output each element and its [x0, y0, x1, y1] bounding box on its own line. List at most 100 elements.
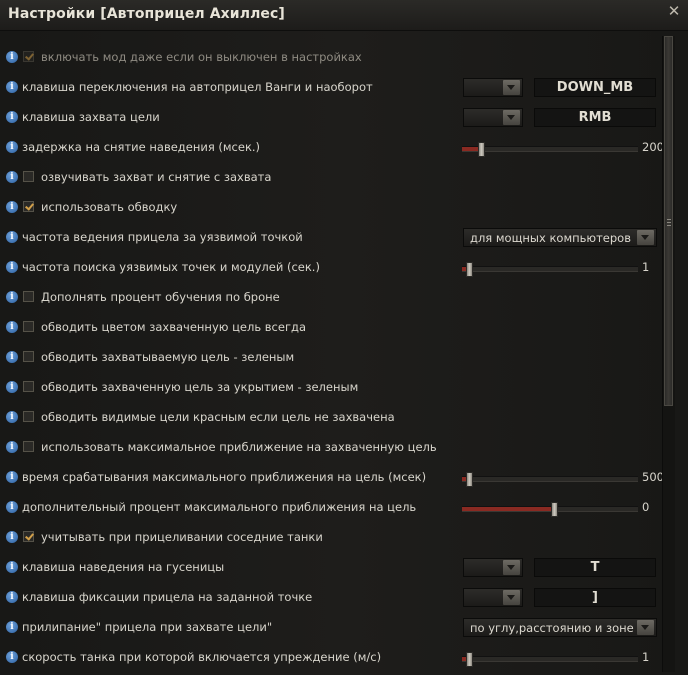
slider-value: 1 [642, 650, 650, 664]
setting-row: i Дополнять процент обучения по броне [0, 283, 660, 313]
checkbox[interactable] [23, 201, 34, 212]
info-icon[interactable]: i [6, 201, 18, 213]
setting-row: i обводить захватываемую цель - зеленым [0, 343, 660, 373]
slider-fill [462, 507, 554, 511]
info-icon[interactable]: i [6, 531, 18, 543]
setting-row: i частота ведения прицела за уязвимой то… [0, 223, 660, 253]
setting-row: i задержка на снятие наведения (мсек.) 2… [0, 133, 664, 163]
setting-label: время срабатывания максимального приближ… [22, 470, 427, 484]
key-modifier-dropdown[interactable] [463, 108, 523, 127]
title-bar: Настройки [Автоприцел Ахиллес] ✕ [0, 0, 688, 31]
key-modifier-dropdown[interactable] [463, 558, 523, 577]
chevron-down-icon[interactable] [503, 590, 520, 605]
slider[interactable] [462, 142, 638, 157]
setting-label: учитывать при прицеливании соседние танк… [41, 530, 323, 544]
checkbox[interactable] [23, 381, 34, 392]
setting-label: использовать максимальное приближение на… [41, 440, 437, 454]
info-icon[interactable]: i [6, 561, 18, 573]
setting-label: скорость танка при которой включается уп… [22, 650, 382, 664]
key-binding-field[interactable]: ] [534, 588, 656, 607]
setting-label: обводить цветом захваченную цель всегда [41, 320, 306, 334]
key-modifier-dropdown[interactable] [463, 588, 523, 607]
info-icon[interactable]: i [6, 351, 18, 363]
setting-label: прилипание" прицела при захвате цели" [22, 620, 273, 634]
chevron-down-icon[interactable] [503, 80, 520, 95]
setting-label: обводить захваченную цель за укрытием - … [41, 380, 359, 394]
checkbox[interactable] [23, 411, 34, 422]
setting-label: частота ведения прицела за уязвимой точк… [22, 230, 303, 244]
slider-thumb[interactable] [466, 472, 473, 487]
window-title: Настройки [Автоприцел Ахиллес] [8, 6, 285, 22]
setting-label: клавиша наведения на гусеницы [22, 560, 225, 574]
frequency-select[interactable]: для мощных компьютеров [463, 228, 657, 247]
scrollbar[interactable] [662, 36, 675, 672]
info-icon[interactable]: i [6, 591, 18, 603]
checkbox[interactable] [23, 291, 34, 302]
setting-label: обводить захватываемую цель - зеленым [41, 350, 295, 364]
slider-thumb[interactable] [466, 652, 473, 667]
info-icon[interactable]: i [6, 441, 18, 453]
chevron-down-icon[interactable] [637, 230, 654, 245]
setting-row: i учитывать при прицеливании соседние та… [0, 523, 660, 553]
key-modifier-dropdown[interactable] [463, 78, 523, 97]
slider-value: 200 [642, 140, 664, 154]
checkbox[interactable] [23, 531, 34, 542]
checkbox[interactable] [23, 441, 34, 452]
info-icon[interactable]: i [6, 51, 18, 63]
setting-label: клавиша фиксации прицела на заданной точ… [22, 590, 313, 604]
setting-label: дополнительный процент максимального при… [22, 500, 417, 514]
select-value: для мощных компьютеров [470, 231, 631, 245]
setting-row: i время срабатывания максимального прибл… [0, 463, 664, 493]
slider[interactable] [462, 472, 638, 487]
slider-thumb[interactable] [478, 142, 485, 157]
setting-label: клавиша переключения на автоприцел Ванги… [22, 80, 373, 94]
checkbox-enable-mod[interactable] [23, 51, 34, 62]
chevron-down-icon[interactable] [503, 110, 520, 125]
slider-value: 0 [642, 500, 650, 514]
setting-row: i прилипание" прицела при захвате цели" … [0, 613, 660, 643]
chevron-down-icon[interactable] [637, 620, 654, 635]
info-icon[interactable]: i [6, 291, 18, 303]
key-binding-field[interactable]: DOWN_MB [534, 78, 656, 97]
setting-row: i клавиша захвата цели RMB [0, 103, 660, 133]
setting-row: i дополнительный процент максимального п… [0, 493, 660, 523]
slider-thumb[interactable] [466, 262, 473, 277]
setting-label: задержка на снятие наведения (мсек.) [22, 140, 261, 154]
info-icon[interactable]: i [6, 471, 18, 483]
info-icon[interactable]: i [6, 171, 18, 183]
info-icon[interactable]: i [6, 261, 18, 273]
info-icon[interactable]: i [6, 141, 18, 153]
info-icon[interactable]: i [6, 651, 18, 663]
info-icon[interactable]: i [6, 81, 18, 93]
close-icon[interactable]: ✕ [666, 3, 682, 19]
info-icon[interactable]: i [6, 501, 18, 513]
slider-thumb[interactable] [551, 502, 558, 517]
setting-row: i обводить захваченную цель за укрытием … [0, 373, 660, 403]
chevron-down-icon[interactable] [503, 560, 520, 575]
scrollbar-thumb[interactable] [664, 36, 673, 406]
setting-row: i частота поиска уязвимых точек и модуле… [0, 253, 660, 283]
setting-row: i клавиша фиксации прицела на заданной т… [0, 583, 660, 613]
setting-label: использовать обводку [41, 200, 178, 214]
info-icon[interactable]: i [6, 321, 18, 333]
info-icon[interactable]: i [6, 381, 18, 393]
checkbox[interactable] [23, 351, 34, 362]
info-icon[interactable]: i [6, 411, 18, 423]
info-icon[interactable]: i [6, 111, 18, 123]
grip-icon [667, 222, 671, 223]
setting-label: клавиша захвата цели [22, 110, 160, 124]
setting-row: i озвучивать захват и снятие с захвата [0, 163, 660, 193]
slider[interactable] [462, 652, 638, 667]
slider[interactable] [462, 262, 638, 277]
select-value: по углу,расстоянию и зоне по [470, 621, 652, 635]
setting-label: Дополнять процент обучения по броне [41, 290, 280, 304]
checkbox[interactable] [23, 321, 34, 332]
info-icon[interactable]: i [6, 231, 18, 243]
slider[interactable] [462, 502, 638, 517]
key-binding-field[interactable]: RMB [534, 108, 656, 127]
info-icon[interactable]: i [6, 621, 18, 633]
key-binding-field[interactable]: T [534, 558, 656, 577]
grip-icon [667, 219, 671, 220]
sticky-aim-select[interactable]: по углу,расстоянию и зоне по [463, 618, 657, 637]
checkbox[interactable] [23, 171, 34, 182]
